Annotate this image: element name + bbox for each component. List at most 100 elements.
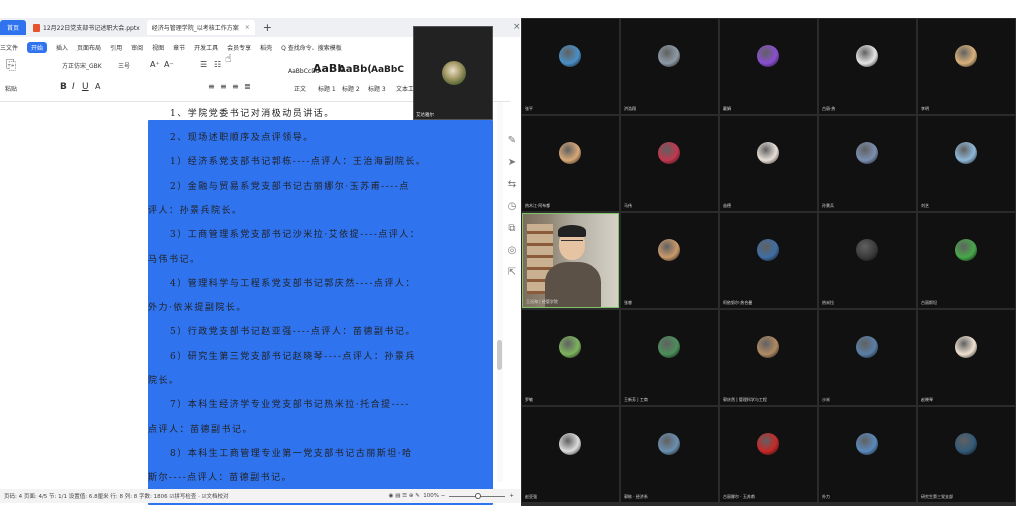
scrollbar-thumb[interactable] <box>497 340 502 370</box>
participant-tile[interactable]: 戴娟 <box>720 19 817 114</box>
participant-avatar <box>559 142 581 164</box>
strikethrough-button[interactable]: A <box>95 82 100 91</box>
decrease-font-icon[interactable]: A⁻ <box>164 60 174 69</box>
participant-tile[interactable]: 热米拉 <box>819 213 916 308</box>
participant-tile[interactable]: 李明 <box>918 19 1015 114</box>
participant-tile[interactable]: 王治海 | 经管学院 <box>522 213 619 308</box>
participant-avatar <box>955 239 977 261</box>
menu-docer[interactable]: 稻壳 <box>260 43 272 52</box>
participant-avatar <box>757 45 779 67</box>
pointer-icon[interactable]: ➤ <box>505 152 519 174</box>
participant-tile[interactable]: 张平 <box>522 19 619 114</box>
menu-insert[interactable]: 插入 <box>56 43 68 52</box>
align-center-icon[interactable]: ≡ <box>220 82 227 91</box>
menu-references[interactable]: 引用 <box>110 43 122 52</box>
menu-developer[interactable]: 开发工具 <box>194 43 218 52</box>
close-tab-icon[interactable]: × <box>245 24 250 31</box>
web-view-icon[interactable]: ⊕ <box>409 493 414 499</box>
vertical-scrollbar[interactable] <box>497 102 503 482</box>
bullet-list-icon[interactable]: ☰ <box>200 60 207 69</box>
paste-icon[interactable]: ⎘ <box>6 58 16 73</box>
floating-camera-view[interactable]: 艾达雅尔 <box>413 26 493 120</box>
doc-line: 7）本科生经济学专业党支部书记热米拉·托合提---- <box>170 400 410 410</box>
share-icon[interactable]: ⧉ <box>505 218 519 240</box>
menu-start[interactable]: 开始 <box>27 42 48 53</box>
align-right-icon[interactable]: ≡ <box>232 82 239 91</box>
menu-review[interactable]: 审阅 <box>131 43 143 52</box>
bold-button[interactable]: B <box>60 82 67 92</box>
participant-tile[interactable]: 赵晓琴 <box>918 310 1015 405</box>
style-normal-label: 正文 <box>294 86 307 93</box>
doc-line: 点评人：苗德副书记。 <box>148 425 254 435</box>
participant-tile[interactable]: 研究生第三党支部 <box>918 407 1015 502</box>
participant-tile[interactable]: 洪浩翔 <box>621 19 718 114</box>
tab-doc-file[interactable]: 经济与管理学院_以考核工作方案 × <box>146 20 493 505</box>
pen-mode-icon[interactable]: ✎ <box>415 493 420 499</box>
participant-name: 热米拉 <box>822 300 834 305</box>
paste-button[interactable]: 粘贴 <box>5 84 17 93</box>
participant-name: 阿依努尔·热合曼 <box>723 300 753 305</box>
participant-tile[interactable]: 苗德 <box>720 116 817 211</box>
participant-name: 赵亚强 <box>525 494 537 499</box>
zoom-level[interactable]: 100% <box>423 493 439 499</box>
participant-name: 郭栋 · 经济系 <box>624 494 648 499</box>
menu-file[interactable]: 三文件 <box>0 43 18 52</box>
participant-tile[interactable]: 刘艺 <box>918 116 1015 211</box>
participant-tile[interactable]: 孙景兵 <box>819 116 916 211</box>
participant-name: 王新芳 | 工商 <box>624 397 648 402</box>
status-info: 页码: 4 页面: 4/5 节: 1/1 设置值: 6.8厘米 行: 8 列: … <box>4 494 229 500</box>
pen-icon[interactable]: ✎ <box>505 130 519 152</box>
participant-tile[interactable]: 古丽娜尔 · 玉苏甫 <box>720 407 817 502</box>
participant-tile[interactable]: 张睿 <box>621 213 718 308</box>
new-tab-button[interactable]: + <box>257 20 278 35</box>
document-page[interactable]: 1、学院党委书记对消极动员讲话。 2、现场述职顺序及点评领导。 1）经济系党支部… <box>148 102 493 487</box>
participant-tile[interactable]: 古丽·热 <box>819 19 916 114</box>
style-heading2-sample[interactable]: AaBb( <box>338 64 372 75</box>
doc-line: 6）研究生第三党支部书记赵晓琴----点评人：孙景兵 <box>170 352 416 362</box>
participant-avatar <box>757 336 779 358</box>
participant-tile[interactable]: 外力 <box>819 407 916 502</box>
wps-writer-window: 首页 12月22日党支部书记述职大会.pptx 经济与管理学院_以考核工作方案 … <box>0 0 521 522</box>
window-close-icon[interactable]: × <box>513 22 521 32</box>
participant-tile[interactable]: 马伟 <box>621 116 718 211</box>
tab-ppt-file[interactable]: 12月22日党支部书记述职大会.pptx <box>28 20 145 35</box>
participant-tile[interactable]: 热木江·阿布都 <box>522 116 619 211</box>
font-size-select[interactable]: 三号 <box>118 61 130 70</box>
zoom-out-button[interactable]: − <box>439 493 446 499</box>
increase-font-icon[interactable]: A⁺ <box>150 60 160 69</box>
outline-icon[interactable]: ☰ <box>402 493 407 499</box>
justify-icon[interactable]: ≣ <box>244 82 251 91</box>
menu-chapter[interactable]: 章节 <box>173 43 185 52</box>
participant-tile[interactable]: 罗敏 <box>522 310 619 405</box>
participant-tile[interactable]: 沙米 <box>819 310 916 405</box>
underline-button[interactable]: U <box>82 82 89 92</box>
zoom-slider[interactable] <box>449 492 506 499</box>
right-side-tools: ✎ ➤ ⇆ ◷ ⧉ ◎ ⇱ <box>505 130 519 300</box>
participant-tile[interactable]: 王新芳 | 工商 <box>621 310 718 405</box>
adjust-icon[interactable]: ⇆ <box>505 174 519 196</box>
participant-tile[interactable]: 郭栋 · 经济系 <box>621 407 718 502</box>
menu-view[interactable]: 视图 <box>152 43 164 52</box>
participant-tile[interactable]: 赵亚强 <box>522 407 619 502</box>
clock-icon[interactable]: ◷ <box>505 196 519 218</box>
participant-tile[interactable]: 古丽斯坦 <box>918 213 1015 308</box>
menu-member[interactable]: 会员专享 <box>227 43 251 52</box>
export-icon[interactable]: ⇱ <box>505 262 519 284</box>
participant-avatar <box>856 433 878 455</box>
style-heading3-sample[interactable]: AaBbC <box>371 65 404 75</box>
menu-page-layout[interactable]: 页面布局 <box>77 43 101 52</box>
page-view-icon[interactable]: ▤ <box>395 493 400 499</box>
participant-tile[interactable]: 阿依努尔·热合曼 <box>720 213 817 308</box>
search-command-input[interactable]: Q 查找命令、搜索模板 <box>281 43 342 52</box>
italic-button[interactable]: I <box>72 82 75 92</box>
participant-avatar <box>658 336 680 358</box>
font-name-select[interactable]: 方正仿宋_GBK <box>62 61 102 70</box>
numbered-list-icon[interactable]: ☷ <box>214 60 221 69</box>
participant-tile[interactable]: 郭庆然 | 管理科学与工程 <box>720 310 817 405</box>
eye-icon[interactable]: ◉ <box>389 493 394 499</box>
tab-home[interactable]: 首页 <box>0 20 27 35</box>
camera-avatar <box>442 61 466 85</box>
align-left-icon[interactable]: ≡ <box>208 82 215 91</box>
zoom-in-button[interactable]: + <box>509 493 514 499</box>
locate-icon[interactable]: ◎ <box>505 240 519 262</box>
